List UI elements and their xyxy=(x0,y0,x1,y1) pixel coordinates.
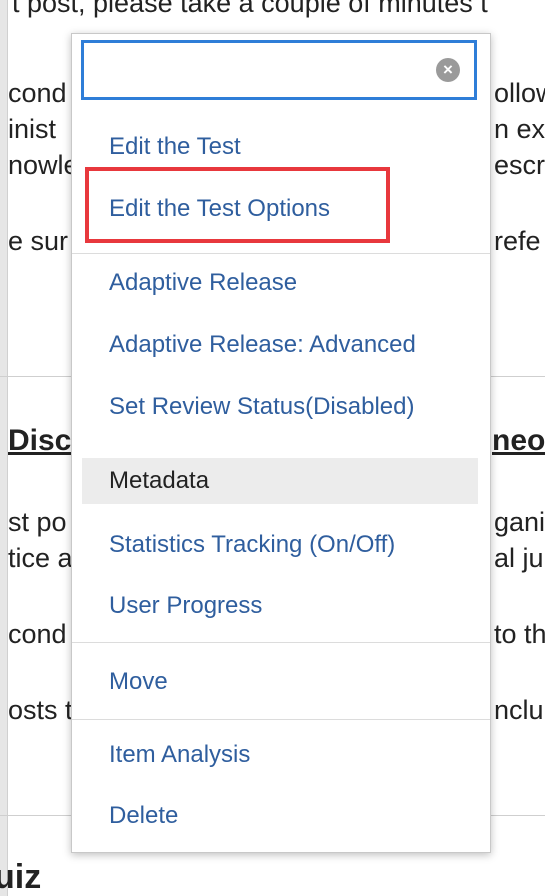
menu-item-delete[interactable]: Delete xyxy=(82,793,478,839)
menu-separator xyxy=(72,719,490,720)
context-menu: × Edit the Test Edit the Test Options Ad… xyxy=(71,33,491,853)
background-text-top: t post, please take a couple of minutes … xyxy=(12,0,488,18)
menu-item-metadata[interactable]: Metadata xyxy=(82,458,478,504)
background-text: cond xyxy=(8,619,67,649)
menu-item-user-progress[interactable]: User Progress xyxy=(82,583,478,629)
menu-item-edit-test-options[interactable]: Edit the Test Options xyxy=(82,186,478,232)
menu-search-input[interactable] xyxy=(92,49,436,91)
background-text: nowle xyxy=(8,150,79,180)
menu-item-set-review-status[interactable]: Set Review Status(Disabled) xyxy=(82,384,478,430)
background-text: ollow xyxy=(494,78,545,108)
page-left-border xyxy=(0,0,8,896)
background-text: refe xyxy=(494,226,541,256)
background-text: tice a xyxy=(8,543,73,573)
menu-item-adaptive-release-advanced[interactable]: Adaptive Release: Advanced xyxy=(82,322,478,368)
menu-item-move[interactable]: Move xyxy=(82,659,478,705)
menu-separator xyxy=(72,253,490,254)
background-text: osts t xyxy=(8,695,73,725)
background-text: gani xyxy=(494,507,545,537)
background-text: st po xyxy=(8,507,67,537)
menu-item-edit-test[interactable]: Edit the Test xyxy=(82,124,478,170)
menu-search-box[interactable]: × xyxy=(81,40,477,100)
quiz-title: uiz xyxy=(0,858,42,896)
clear-icon[interactable]: × xyxy=(436,58,460,82)
background-text: cond xyxy=(8,78,67,108)
background-text: n ex xyxy=(494,114,545,144)
background-text: e sur xyxy=(8,226,69,256)
menu-item-item-analysis[interactable]: Item Analysis xyxy=(82,732,478,778)
background-text: escri xyxy=(494,150,545,180)
section-heading-right: neor xyxy=(492,424,545,457)
menu-separator xyxy=(72,642,490,643)
menu-item-adaptive-release[interactable]: Adaptive Release xyxy=(82,260,478,306)
background-text: al ju xyxy=(494,543,544,573)
menu-item-statistics-tracking[interactable]: Statistics Tracking (On/Off) xyxy=(82,522,478,568)
background-text: inist xyxy=(8,114,57,144)
background-text: to th xyxy=(494,619,545,649)
background-text: nclu xyxy=(494,695,544,725)
